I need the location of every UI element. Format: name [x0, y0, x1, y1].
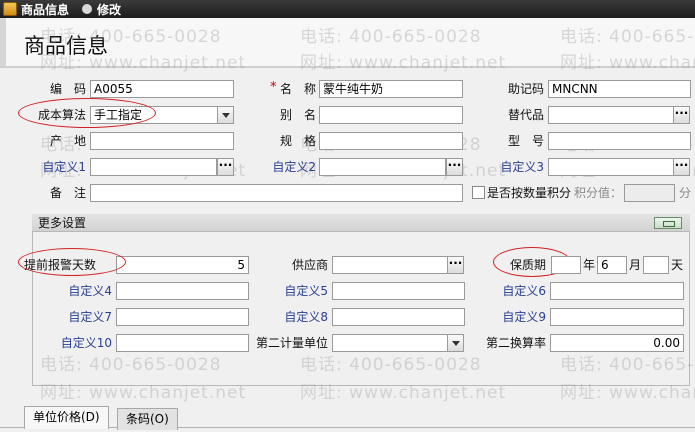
supplier-label: 供应商 — [291, 258, 328, 272]
custom2-label: 自定义2 — [272, 160, 316, 174]
model-label: 型 号 — [507, 134, 544, 148]
substitute-field[interactable] — [548, 106, 674, 124]
model-field[interactable] — [548, 132, 691, 150]
more-settings-title: 更多设置 — [38, 216, 87, 230]
code-label: 编 码 — [49, 82, 86, 96]
day-unit: 天 — [671, 258, 684, 272]
custom4-label: 自定义4 — [68, 284, 112, 298]
points-value-label: 积分值： — [574, 186, 623, 200]
tab-unit-price[interactable]: 单位价格(D) — [24, 406, 109, 429]
custom6-label: 自定义6 — [502, 284, 546, 298]
ellipsis-icon[interactable]: ··· — [217, 158, 234, 176]
app-icon — [3, 2, 17, 16]
ellipsis-icon[interactable]: ··· — [673, 158, 690, 176]
custom8-field[interactable] — [332, 308, 465, 326]
month-unit: 月 — [629, 258, 642, 272]
annotation-oval — [18, 98, 156, 128]
points-value-field[interactable] — [624, 184, 675, 202]
custom1-field[interactable] — [90, 158, 217, 176]
window-titlebar: 商品信息 修改 — [0, 0, 695, 18]
chevron-down-icon[interactable] — [217, 106, 234, 124]
second-unit-field[interactable] — [332, 334, 448, 352]
custom6-field[interactable] — [550, 282, 684, 300]
points-unit: 分 — [679, 186, 692, 200]
custom9-field[interactable] — [550, 308, 684, 326]
annotation-oval — [18, 248, 126, 276]
second-unit-label: 第二计量单位 — [255, 336, 328, 350]
points-by-qty-checkbox[interactable] — [472, 186, 485, 199]
custom10-label: 自定义10 — [60, 336, 112, 350]
ellipsis-icon[interactable]: ··· — [447, 256, 464, 274]
name-field[interactable]: 蒙牛纯牛奶 — [319, 80, 463, 98]
shelf-life-days-field[interactable] — [643, 256, 669, 274]
custom9-label: 自定义9 — [502, 310, 546, 324]
origin-field[interactable] — [90, 132, 234, 150]
header-accent — [0, 18, 6, 66]
page-title: 商品信息 — [24, 34, 108, 58]
custom3-field[interactable] — [548, 158, 674, 176]
custom5-label: 自定义5 — [284, 284, 328, 298]
remark-label: 备 注 — [49, 186, 86, 200]
custom3-label: 自定义3 — [500, 160, 544, 174]
collapse-icon[interactable] — [654, 217, 682, 229]
name-label: 名 称 — [279, 82, 316, 96]
custom1-label: 自定义1 — [42, 160, 86, 174]
points-by-qty-label: 是否按数量积分 — [487, 186, 572, 200]
custom7-field[interactable] — [116, 308, 249, 326]
shelf-life-years-field[interactable] — [551, 256, 581, 274]
more-settings-header — [32, 214, 690, 232]
mnemonic-label: 助记码 — [507, 82, 544, 96]
mnemonic-field[interactable]: MNCNN — [548, 80, 691, 98]
chevron-down-icon[interactable] — [447, 334, 464, 352]
tab-barcode[interactable]: 条码(O) — [117, 408, 178, 430]
spec-label: 规 格 — [279, 134, 316, 148]
custom7-label: 自定义7 — [68, 310, 112, 324]
spec-field[interactable] — [319, 132, 463, 150]
substitute-label: 替代品 — [507, 108, 544, 122]
custom4-field[interactable] — [116, 282, 249, 300]
more-settings-panel — [32, 214, 690, 386]
alias-field[interactable] — [319, 106, 463, 124]
ellipsis-icon[interactable]: ··· — [446, 158, 463, 176]
custom8-label: 自定义8 — [284, 310, 328, 324]
alert-days-field[interactable]: 5 — [116, 256, 249, 274]
second-rate-field[interactable]: 0.00 — [550, 334, 684, 352]
separator-dot-icon — [82, 4, 92, 14]
supplier-field[interactable] — [332, 256, 448, 274]
custom5-field[interactable] — [332, 282, 465, 300]
alias-label: 别 名 — [279, 108, 316, 122]
second-rate-label: 第二换算率 — [485, 336, 546, 350]
window-action: 修改 — [97, 3, 122, 17]
year-unit: 年 — [583, 258, 596, 272]
header-band: 商品信息 — [0, 18, 695, 66]
window-title: 商品信息 — [21, 3, 70, 17]
remark-field[interactable] — [90, 184, 463, 202]
custom10-field[interactable] — [116, 334, 249, 352]
custom2-field[interactable] — [319, 158, 446, 176]
shelf-life-months-field[interactable]: 6 — [597, 256, 627, 274]
header-divider — [0, 66, 695, 68]
origin-label: 产 地 — [49, 134, 86, 148]
ellipsis-icon[interactable]: ··· — [673, 106, 690, 124]
code-field[interactable]: A0055 — [90, 80, 234, 98]
